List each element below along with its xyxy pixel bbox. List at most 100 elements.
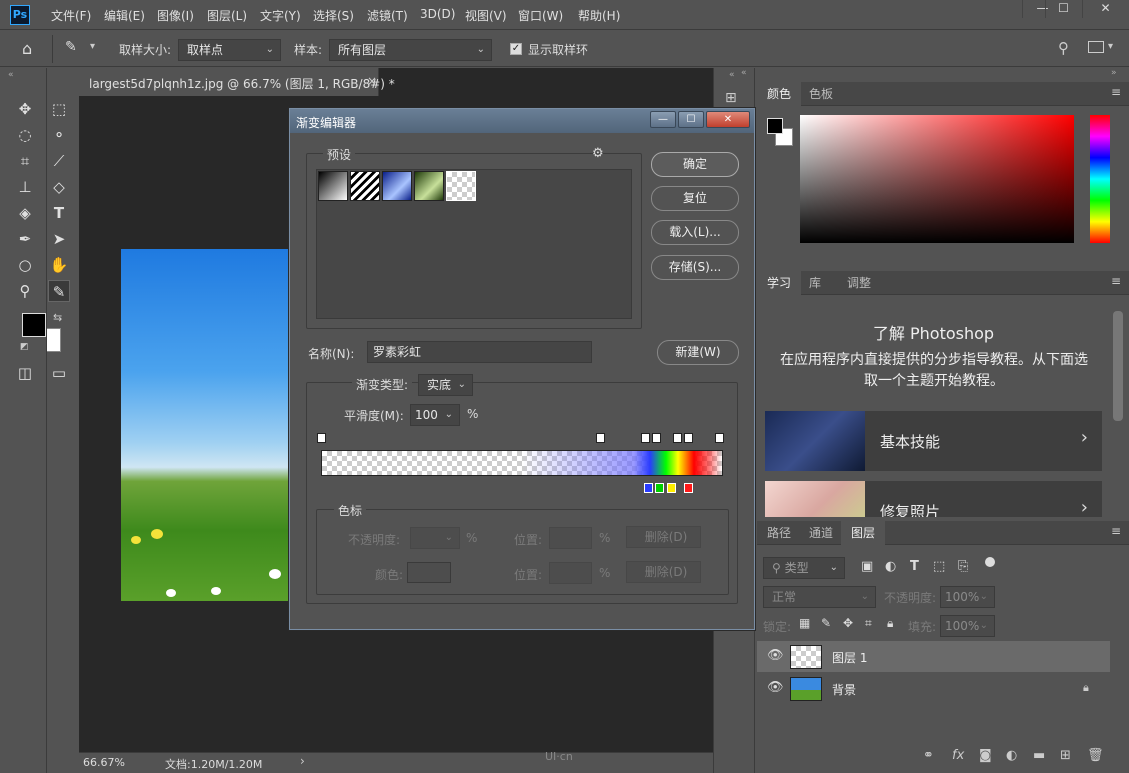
- type-tool-icon[interactable]: T: [48, 202, 70, 224]
- close-icon[interactable]: ✕: [706, 111, 750, 128]
- color-stop[interactable]: [644, 483, 653, 493]
- menu-edit[interactable]: 编辑(E): [104, 7, 145, 24]
- color-stop[interactable]: [655, 483, 664, 493]
- add-mask-icon[interactable]: ◙: [979, 748, 992, 763]
- gradient-preview-bar[interactable]: [321, 450, 723, 476]
- filter-smart-object-icon[interactable]: ⎘: [958, 559, 968, 574]
- default-colors-icon[interactable]: ◩: [20, 342, 29, 352]
- opacity-stop[interactable]: [596, 433, 605, 443]
- chevron-down-icon[interactable]: ▾: [90, 41, 95, 52]
- marquee-tool-icon[interactable]: ⬚: [48, 98, 70, 120]
- learn-scrollbar[interactable]: [1113, 311, 1123, 421]
- menu-window[interactable]: 窗口(W): [518, 7, 563, 24]
- filter-adjustment-icon[interactable]: ◐: [885, 559, 896, 574]
- color-position-input[interactable]: [549, 562, 592, 584]
- tab-layers[interactable]: 图层: [841, 521, 886, 545]
- lock-artboard-icon[interactable]: ⌗: [865, 616, 872, 631]
- preset-swatch-selected[interactable]: [446, 171, 476, 201]
- delete-opacity-stop-button[interactable]: 删除(D): [626, 526, 701, 548]
- close-icon[interactable]: ✕: [1082, 0, 1128, 18]
- search-icon[interactable]: ⚲: [1058, 39, 1069, 57]
- collapse-icon[interactable]: »: [1111, 68, 1117, 78]
- eyedropper-tool-icon[interactable]: ✎: [48, 280, 70, 302]
- opacity-stop[interactable]: [652, 433, 661, 443]
- close-tab-icon[interactable]: ×: [367, 74, 377, 88]
- ellipse-tool-icon[interactable]: ○: [14, 254, 36, 276]
- menu-type[interactable]: 文字(Y): [260, 7, 301, 24]
- menu-view[interactable]: 视图(V): [465, 7, 507, 24]
- menu-select[interactable]: 选择(S): [313, 7, 354, 24]
- name-input[interactable]: 罗素彩虹: [367, 341, 592, 363]
- gradient-type-select[interactable]: 实底 ⌄: [418, 374, 473, 396]
- preset-swatch[interactable]: [414, 171, 444, 201]
- color-foreground-swatch[interactable]: [767, 118, 783, 134]
- menu-help[interactable]: 帮助(H): [578, 7, 620, 24]
- lasso-tool-icon[interactable]: ◌: [14, 124, 36, 146]
- minimize-icon[interactable]: —: [650, 111, 676, 128]
- layer-opacity-input[interactable]: 100% ⌄: [940, 586, 995, 608]
- opacity-stop[interactable]: [673, 433, 682, 443]
- preset-swatch[interactable]: [382, 171, 412, 201]
- filter-type-icon[interactable]: T: [910, 559, 919, 574]
- gear-icon[interactable]: ⚙: [592, 146, 604, 161]
- load-button[interactable]: 载入(L)...: [651, 220, 739, 245]
- zoom-tool-icon[interactable]: ⚲: [14, 280, 36, 302]
- crop-tool-icon[interactable]: ⌗: [14, 150, 36, 172]
- filter-toggle-icon[interactable]: [985, 557, 995, 567]
- paint-bucket-tool-icon[interactable]: ◈: [14, 202, 36, 224]
- color-stop[interactable]: [667, 483, 676, 493]
- layer-row[interactable]: 👁︎ 图层 1: [757, 641, 1110, 672]
- reset-button[interactable]: 复位: [651, 186, 739, 211]
- document-tab[interactable]: largest5d7plqnh1z.jpg @ 66.7% (图层 1, RGB…: [79, 68, 395, 96]
- menu-file[interactable]: 文件(F): [51, 7, 91, 24]
- lock-transparent-icon[interactable]: ▦: [799, 616, 810, 630]
- collapse-icon[interactable]: «: [741, 68, 747, 78]
- maximize-icon[interactable]: ☐: [678, 111, 704, 128]
- opacity-position-input[interactable]: [549, 527, 592, 549]
- layer-row[interactable]: 👁︎ 背景 🔒︎: [757, 673, 1110, 704]
- maximize-icon[interactable]: ☐: [1045, 0, 1081, 18]
- collapse-icon[interactable]: «: [8, 70, 14, 80]
- folder-icon[interactable]: ▬: [1033, 748, 1045, 763]
- opacity-stop[interactable]: [715, 433, 724, 443]
- new-layer-icon[interactable]: ⊞: [1060, 748, 1071, 763]
- opacity-stop[interactable]: [641, 433, 650, 443]
- preset-swatch[interactable]: [350, 171, 380, 201]
- history-icon[interactable]: ⊞: [725, 90, 737, 106]
- smoothness-input[interactable]: 100 ⌄: [410, 404, 460, 426]
- pen-tool-icon[interactable]: ✒: [14, 228, 36, 250]
- filter-pixel-icon[interactable]: ▣: [861, 559, 873, 574]
- tab-libraries[interactable]: 库: [799, 271, 831, 295]
- lock-position-icon[interactable]: ✥: [843, 616, 853, 630]
- opacity-stop[interactable]: [317, 433, 326, 443]
- blend-mode-select[interactable]: 正常 ⌄: [763, 586, 876, 608]
- link-layers-icon[interactable]: ⚭: [923, 748, 934, 763]
- tab-paths[interactable]: 路径: [757, 521, 801, 545]
- new-button[interactable]: 新建(W): [657, 340, 739, 365]
- show-ring-checkbox[interactable]: ✓: [510, 43, 522, 55]
- sample-select[interactable]: 所有图层 ⌄: [329, 39, 492, 61]
- panel-menu-icon[interactable]: ≡: [1111, 524, 1121, 538]
- screen-mode-icon[interactable]: ▭: [48, 362, 70, 384]
- quick-selection-tool-icon[interactable]: ⚬: [48, 124, 70, 146]
- preset-swatch[interactable]: [318, 171, 348, 201]
- hue-slider[interactable]: [1090, 115, 1110, 243]
- trash-icon[interactable]: 🗑︎: [1087, 748, 1104, 763]
- opacity-stop[interactable]: [684, 433, 693, 443]
- tab-adjustments[interactable]: 调整: [837, 271, 881, 295]
- workspace-icon[interactable]: [1088, 41, 1104, 53]
- fill-input[interactable]: 100% ⌄: [940, 615, 995, 637]
- menu-layer[interactable]: 图层(L): [207, 7, 247, 24]
- canvas-image[interactable]: [121, 249, 291, 601]
- tab-swatches[interactable]: 色板: [799, 82, 843, 106]
- menu-filter[interactable]: 滤镜(T): [367, 7, 408, 24]
- filter-shape-icon[interactable]: ⬚: [933, 559, 945, 574]
- fx-icon[interactable]: fx: [952, 748, 964, 763]
- eyedropper-tool-icon[interactable]: ✎: [65, 39, 77, 55]
- tab-learn[interactable]: 学习: [757, 271, 802, 295]
- stop-color-swatch[interactable]: [407, 562, 451, 583]
- lock-all-icon[interactable]: 🔒︎: [887, 616, 893, 631]
- panel-menu-icon[interactable]: ≡: [1111, 85, 1121, 99]
- learn-card-fix-photos[interactable]: 修复照片 ›: [765, 481, 1102, 517]
- eye-icon[interactable]: 👁︎: [767, 681, 784, 695]
